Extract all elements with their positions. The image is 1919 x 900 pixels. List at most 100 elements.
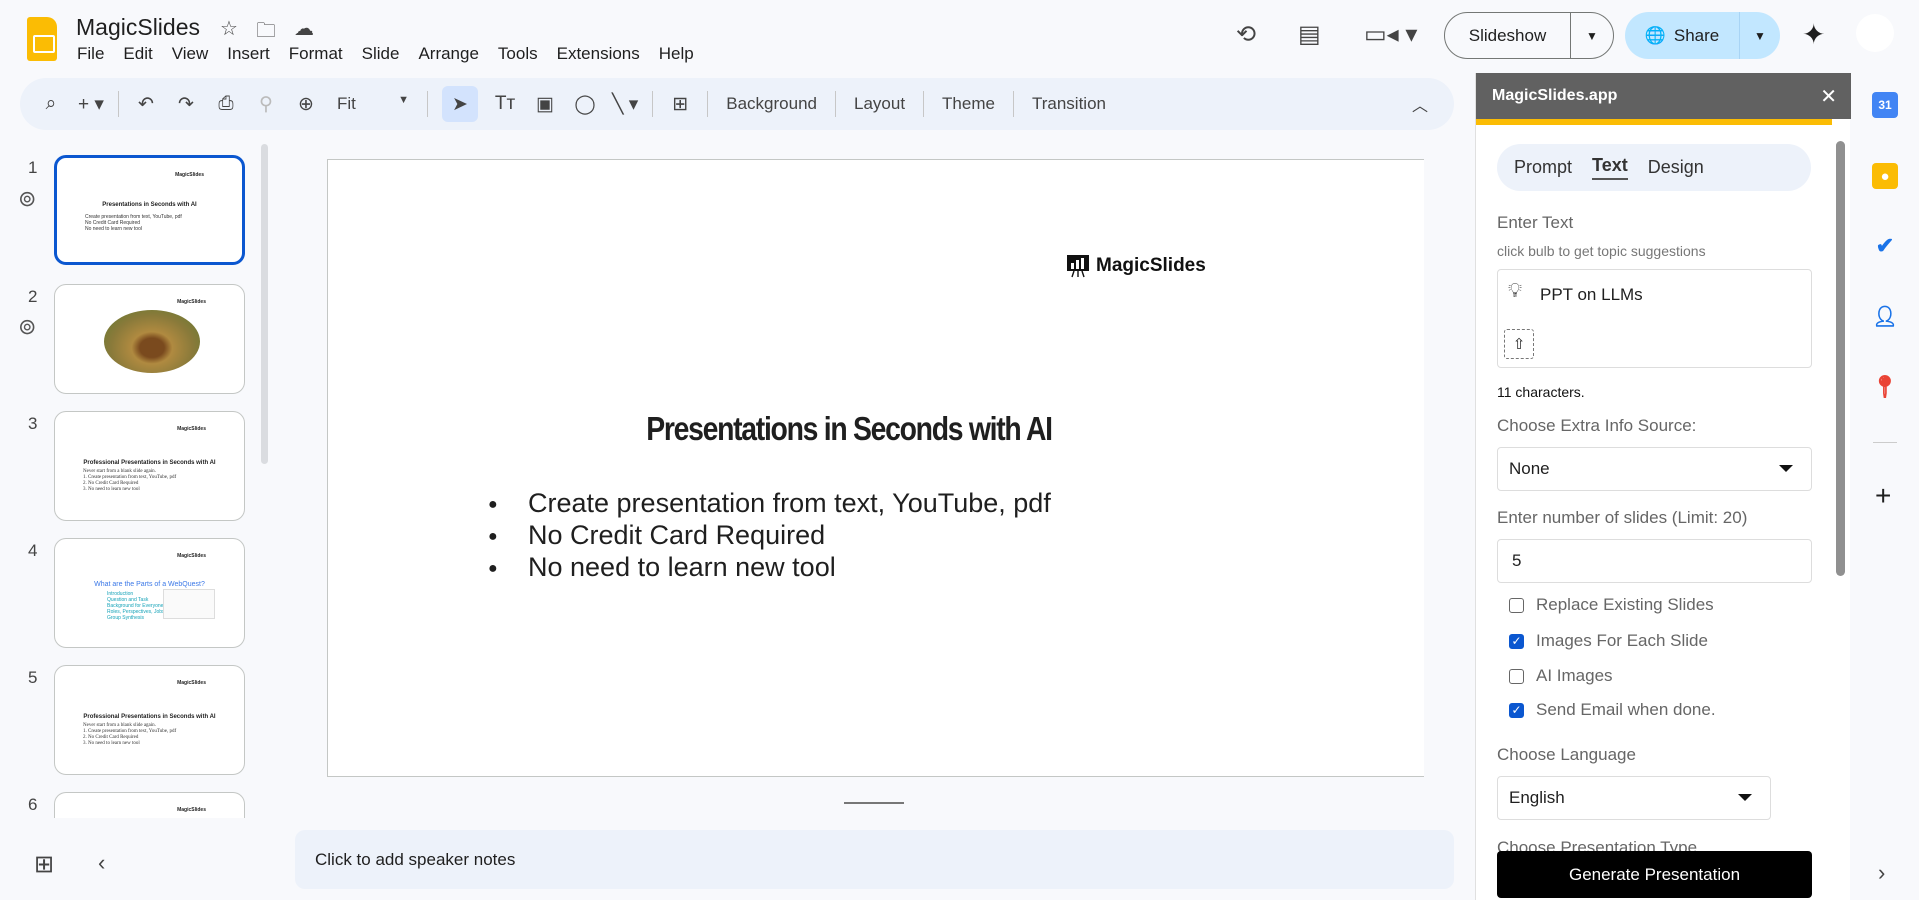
checkbox-checked-icon: ✓ <box>1509 633 1524 649</box>
bullet-item: No Credit Card Required <box>488 520 1051 552</box>
thumb-bullets: Never start from a blank slide again. 1. … <box>83 469 177 492</box>
slide-title[interactable]: Presentations in Seconds with AI <box>401 410 1297 448</box>
print-icon[interactable]: ⎙ <box>213 86 239 122</box>
tab-design[interactable]: Design <box>1648 157 1704 178</box>
menu-insert[interactable]: Insert <box>227 44 270 64</box>
sidebar-divider <box>1873 442 1897 443</box>
globe-icon: 🌐 <box>1644 25 1666 45</box>
collapse-filmstrip-icon[interactable]: ‹ <box>98 850 105 876</box>
panel-scrollbar[interactable] <box>1836 141 1845 576</box>
checkbox-images-each-slide[interactable]: ✓ Images For Each Slide <box>1509 631 1708 651</box>
filmstrip-scrollbar[interactable] <box>261 144 268 464</box>
checkbox-ai-images[interactable]: AI Images <box>1509 666 1613 686</box>
share-button[interactable]: 🌐 Share ▼ <box>1625 12 1780 59</box>
dropdown-arrow-icon <box>1779 465 1793 472</box>
search-menus-icon[interactable]: ⌕ <box>38 86 64 122</box>
slideshow-button[interactable]: Slideshow ▼ <box>1444 12 1614 59</box>
thumb-image <box>163 589 215 619</box>
language-select[interactable]: English <box>1497 776 1771 820</box>
thumb-bullets: Create presentation from text, YouTube, … <box>85 214 182 232</box>
share-dropdown-icon[interactable]: ▼ <box>1740 29 1780 43</box>
collapse-toolbar-icon[interactable]: ︿ <box>1412 92 1436 116</box>
grid-view-icon[interactable]: ⊞ <box>34 850 54 879</box>
add-addon-icon[interactable]: + <box>1875 480 1891 512</box>
slideshow-label[interactable]: Slideshow <box>1445 13 1571 58</box>
slide-thumbnail-6[interactable]: MagicSlides <box>54 792 245 818</box>
comment-add-icon[interactable]: ⊞ <box>667 86 693 122</box>
slide-number: 3 <box>28 414 38 433</box>
new-slide-icon[interactable]: + ▾ <box>78 86 104 122</box>
undo-icon[interactable]: ↶ <box>133 86 159 122</box>
topic-textarea[interactable]: 💡︎ PPT on LLMs ⇧ <box>1497 269 1812 368</box>
panel-accent-bar <box>1476 119 1832 125</box>
generate-presentation-button[interactable]: Generate Presentation <box>1497 851 1812 898</box>
slide-bullets[interactable]: Create presentation from text, YouTube, … <box>488 488 1051 584</box>
menu-slide[interactable]: Slide <box>362 44 400 64</box>
menu-extensions[interactable]: Extensions <box>557 44 640 64</box>
slideshow-dropdown-icon[interactable]: ▼ <box>1571 29 1613 43</box>
slide-number: 4 <box>28 541 38 560</box>
thumb-title: Presentations in Seconds with AI <box>102 202 197 208</box>
zoom-select[interactable]: Fit ▼ <box>333 94 413 114</box>
thumb-title: Professional Presentations in Seconds wi… <box>83 460 216 466</box>
deer-image <box>104 310 200 373</box>
extra-source-select[interactable]: None <box>1497 447 1812 491</box>
bulb-icon[interactable]: 💡︎ <box>1508 280 1522 303</box>
slide-thumbnail-4[interactable]: MagicSlides What are the Parts of a WebQ… <box>54 538 245 648</box>
slides-logo[interactable] <box>27 17 57 61</box>
panel-tabs: Prompt Text Design <box>1497 144 1811 191</box>
checkbox-replace-existing[interactable]: Replace Existing Slides <box>1509 595 1714 615</box>
slide-thumbnail-3[interactable]: MagicSlides Professional Presentations i… <box>54 411 245 521</box>
upload-icon[interactable]: ⇧ <box>1504 329 1534 359</box>
avatar[interactable] <box>1856 14 1894 52</box>
tasks-icon[interactable]: ✔ <box>1872 233 1898 259</box>
menu-tools[interactable]: Tools <box>498 44 538 64</box>
notes-resize-handle[interactable] <box>844 802 904 804</box>
extra-source-label: Choose Extra Info Source: <box>1497 416 1697 435</box>
menu-arrange[interactable]: Arrange <box>418 44 478 64</box>
layout-button[interactable]: Layout <box>850 94 909 114</box>
menu-format[interactable]: Format <box>289 44 343 64</box>
text-box-icon[interactable]: Tт <box>492 86 518 122</box>
redo-icon[interactable]: ↷ <box>173 86 199 122</box>
slide-canvas[interactable]: MagicSlides Presentations in Seconds wit… <box>327 159 1424 777</box>
document-title[interactable]: MagicSlides <box>76 14 200 41</box>
checkbox-icon <box>1509 668 1524 684</box>
speaker-notes[interactable]: Click to add speaker notes <box>295 830 1454 889</box>
tab-prompt[interactable]: Prompt <box>1514 157 1572 178</box>
slide-thumbnail-1[interactable]: MagicSlides Presentations in Seconds wit… <box>54 155 245 265</box>
calendar-icon[interactable]: 31 <box>1872 92 1898 118</box>
contacts-icon[interactable]: 👤︎ <box>1872 303 1898 329</box>
maps-icon[interactable]: 📍︎ <box>1871 374 1899 400</box>
tab-text[interactable]: Text <box>1592 155 1628 180</box>
slide-thumbnail-5[interactable]: MagicSlides Professional Presentations i… <box>54 665 245 775</box>
menu-help[interactable]: Help <box>659 44 694 64</box>
slide-thumbnail-2[interactable]: MagicSlides <box>54 284 245 394</box>
thumb-bullets: Never start from a blank slide again. 1. … <box>83 723 177 746</box>
expand-sidebar-icon[interactable]: › <box>1878 860 1885 886</box>
slides-count-input[interactable]: 5 <box>1497 539 1812 583</box>
paint-format-icon[interactable]: ⚲ <box>253 86 279 122</box>
zoom-icon[interactable]: ⊕ <box>293 86 319 122</box>
close-icon[interactable]: ✕ <box>1820 84 1837 109</box>
version-history-icon[interactable]: ⟲ <box>1236 20 1256 49</box>
menu-file[interactable]: File <box>77 44 104 64</box>
background-button[interactable]: Background <box>722 94 821 114</box>
comments-icon[interactable]: ▤ <box>1298 20 1321 49</box>
linked-icon[interactable]: ⊚ <box>18 186 36 212</box>
checkbox-send-email[interactable]: ✓ Send Email when done. <box>1509 700 1716 720</box>
transition-button[interactable]: Transition <box>1028 94 1110 114</box>
shape-icon[interactable]: ◯ <box>572 86 598 122</box>
enter-text-label: Enter Text <box>1497 213 1574 232</box>
meet-icon[interactable]: ▭◂ ▾ <box>1364 20 1417 49</box>
gemini-icon[interactable]: ✦ <box>1802 18 1825 51</box>
menu-bar: File Edit View Insert Format Slide Arran… <box>77 44 694 64</box>
theme-button[interactable]: Theme <box>938 94 999 114</box>
image-icon[interactable]: ▣ <box>532 86 558 122</box>
menu-view[interactable]: View <box>172 44 209 64</box>
keep-icon[interactable]: ● <box>1872 163 1898 189</box>
line-icon[interactable]: ╲ ▾ <box>612 86 638 122</box>
menu-edit[interactable]: Edit <box>123 44 152 64</box>
linked-icon[interactable]: ⊚ <box>18 314 36 340</box>
select-cursor-icon[interactable]: ➤ <box>442 86 478 122</box>
